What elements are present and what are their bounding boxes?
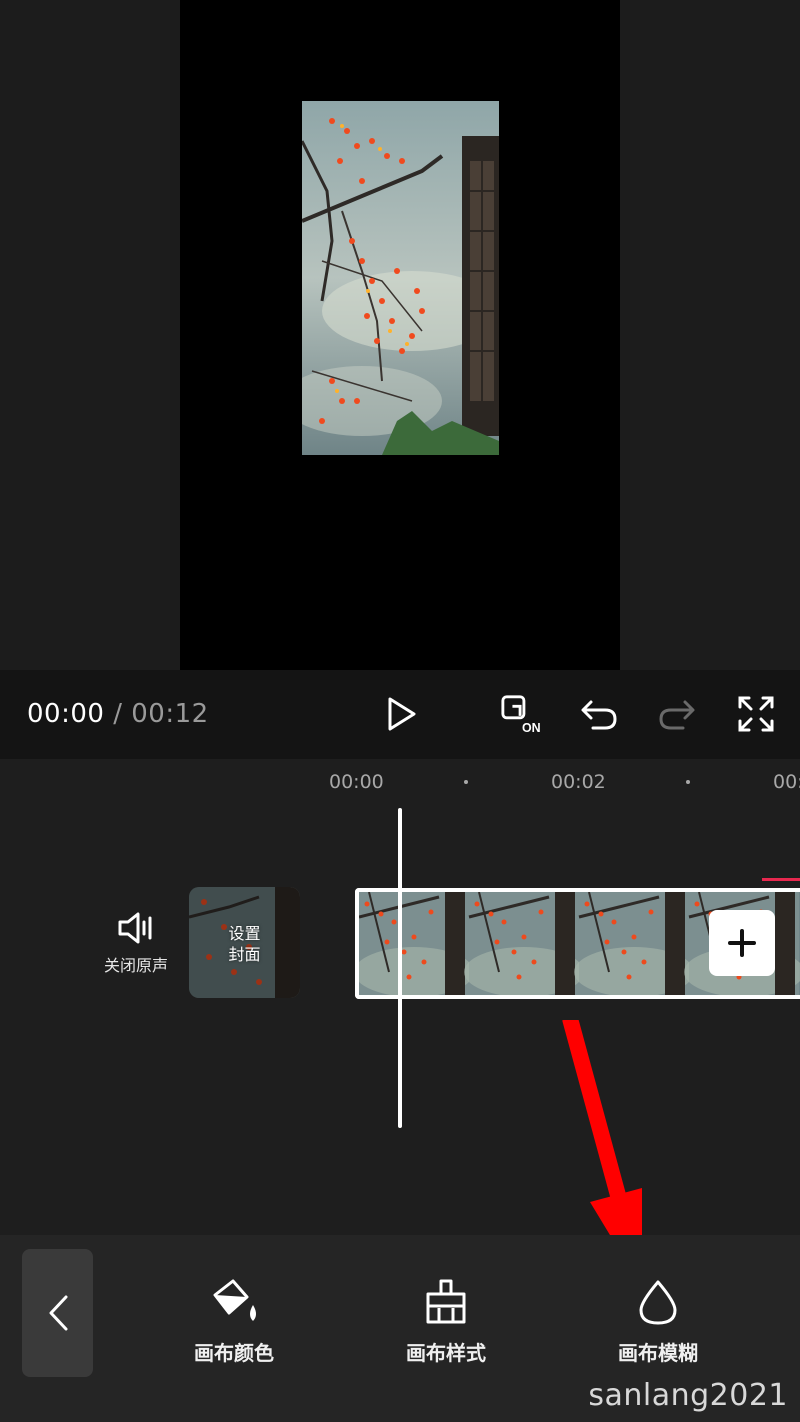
preview-canvas bbox=[180, 0, 620, 670]
undo-icon bbox=[581, 700, 617, 730]
tool-label-canvas-blur: 画布模糊 bbox=[618, 1341, 698, 1365]
ruler-dot bbox=[686, 780, 690, 784]
undo-button[interactable] bbox=[577, 692, 621, 736]
tool-canvas-style[interactable]: 画布样式 bbox=[381, 1275, 511, 1370]
current-time: 00:00 bbox=[27, 699, 105, 729]
accent-marker-line bbox=[762, 878, 800, 881]
video-preview-area bbox=[0, 0, 800, 670]
speaker-icon bbox=[118, 912, 152, 944]
play-button[interactable] bbox=[379, 692, 423, 736]
set-cover-button[interactable]: 设置 封面 bbox=[189, 887, 300, 998]
time-display: 00:00 / 00:12 bbox=[27, 698, 209, 730]
brush-icon bbox=[426, 1279, 466, 1324]
ruler-label-2: 00:0 bbox=[773, 771, 800, 793]
fullscreen-button[interactable] bbox=[734, 692, 778, 736]
play-icon bbox=[388, 697, 416, 731]
drop-icon bbox=[639, 1280, 677, 1325]
ruler-label-0: 00:00 bbox=[329, 771, 384, 793]
keyframe-on-icon: ON bbox=[501, 695, 541, 735]
tool-label-canvas-style: 画布样式 bbox=[406, 1341, 486, 1365]
fullscreen-icon bbox=[738, 696, 774, 732]
tool-canvas-color[interactable]: 画布颜色 bbox=[169, 1275, 299, 1370]
mute-original-audio-button[interactable]: 关闭原声 bbox=[96, 910, 176, 982]
mute-label: 关闭原声 bbox=[103, 956, 168, 975]
time-separator: / bbox=[113, 699, 123, 729]
plus-icon bbox=[728, 929, 756, 957]
tool-label-canvas-color: 画布颜色 bbox=[194, 1341, 274, 1365]
redo-button[interactable] bbox=[655, 692, 699, 736]
watermark-text: sanlang2021 bbox=[588, 1378, 788, 1413]
total-time: 00:12 bbox=[131, 699, 209, 729]
paint-bucket-icon bbox=[213, 1279, 256, 1321]
keyframe-on-badge: ON bbox=[522, 721, 541, 735]
cover-label: 设置 封面 bbox=[228, 924, 261, 964]
tool-canvas-blur[interactable]: 画布模糊 bbox=[593, 1275, 723, 1370]
ruler-label-1: 00:02 bbox=[551, 771, 606, 793]
playhead[interactable] bbox=[398, 808, 402, 1128]
keyframe-toggle-button[interactable]: ON bbox=[500, 692, 544, 736]
ruler-dot bbox=[464, 780, 468, 784]
back-button[interactable] bbox=[22, 1249, 93, 1377]
preview-video-frame[interactable] bbox=[302, 101, 499, 455]
add-clip-button[interactable] bbox=[709, 910, 775, 976]
chevron-left-icon bbox=[49, 1295, 67, 1331]
redo-icon bbox=[659, 700, 695, 730]
persimmon-scene-image bbox=[302, 101, 499, 455]
